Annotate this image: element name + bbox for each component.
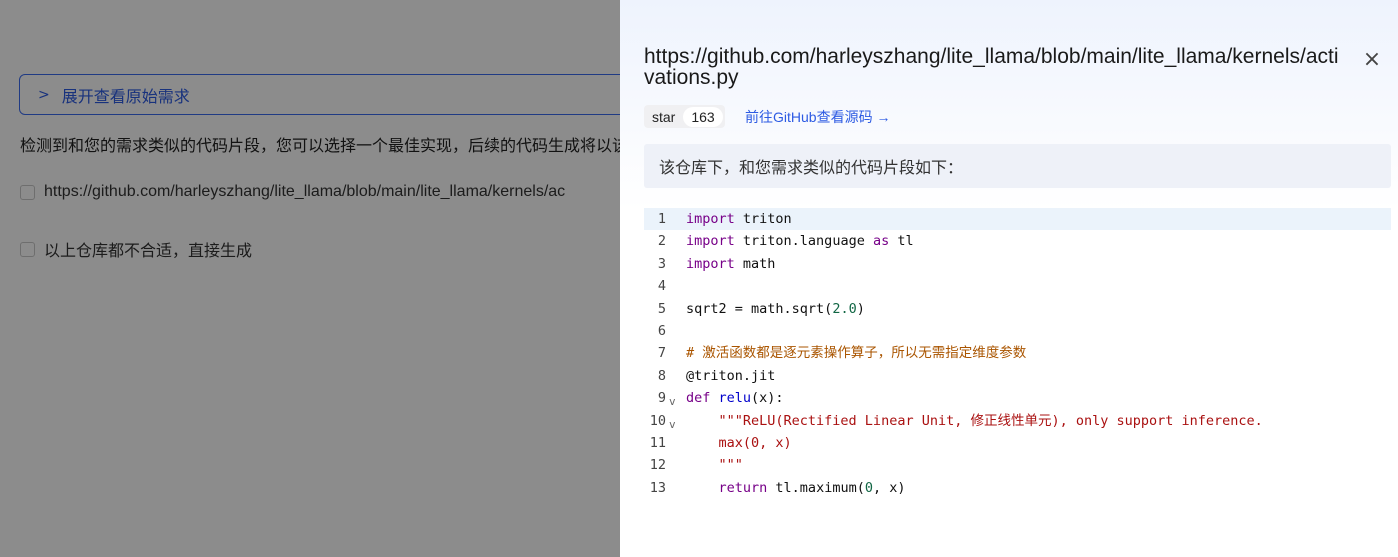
code-text: return tl.maximum(0, x) xyxy=(718,479,906,496)
line-number: 11 xyxy=(649,434,666,451)
code-line: 9 v def relu(x): xyxy=(644,387,1391,409)
code-line: 2 import triton.language as tl xyxy=(644,230,1391,252)
code-line: 6 xyxy=(644,320,1391,342)
line-number: 10 xyxy=(649,412,666,429)
line-number: 8 xyxy=(657,367,666,384)
line-number: 13 xyxy=(649,479,666,496)
code-viewer[interactable]: 1 import triton 2 import triton.language as… xyxy=(644,208,1391,499)
drawer-title: https://github.com/harleyszhang/lite_lla… xyxy=(644,45,1339,89)
code-line: 10 v """ReLU(Rectified Linear Unit, 修正线性单… xyxy=(644,410,1391,432)
close-icon[interactable]: × xyxy=(1361,49,1383,71)
line-number: 12 xyxy=(649,457,666,474)
code-text: """ xyxy=(686,457,743,474)
code-line: 11 max(0, x) xyxy=(644,432,1391,454)
code-line: 8 @triton.jit xyxy=(644,365,1391,387)
code-line: 5 sqrt2 = math.sqrt(2.0) xyxy=(644,298,1391,320)
line-number: 2 xyxy=(657,233,666,250)
line-number: 4 xyxy=(657,278,666,295)
line-number: 7 xyxy=(657,345,666,362)
code-line: 12 """ xyxy=(644,454,1391,476)
code-line: 1 import triton xyxy=(644,208,1391,231)
star-label: star xyxy=(652,108,676,125)
fold-gutter xyxy=(666,481,686,503)
code-text: def relu(x): xyxy=(686,390,784,407)
similar-snippet-info: 该仓库下，和您需求类似的代码片段如下： xyxy=(644,144,1391,188)
line-number: 1 xyxy=(657,211,666,227)
line-number: 5 xyxy=(657,300,666,317)
line-number: 3 xyxy=(657,255,666,272)
code-text: import math xyxy=(686,255,776,272)
code-text: """ReLU(Rectified Linear Unit, 修正线性单元), … xyxy=(686,412,1263,429)
code-line: 4 xyxy=(644,275,1391,297)
code-line: 13 return tl.maximum(0, x) xyxy=(644,477,1391,499)
code-text: # 激活函数都是逐元素操作算子，所以无需指定维度参数 xyxy=(686,345,1027,362)
code-text: @triton.jit xyxy=(686,367,776,384)
star-count: 163 xyxy=(683,106,723,127)
repo-detail-drawer: https://github.com/harleyszhang/lite_lla… xyxy=(620,0,1398,557)
code-text: import triton xyxy=(686,211,792,227)
code-text: import triton.language as tl xyxy=(686,233,914,250)
view-on-github-link[interactable]: 前往GitHub查看源码 → xyxy=(745,107,890,127)
line-number: 9 xyxy=(657,390,666,407)
line-number: 6 xyxy=(657,322,666,339)
code-text: sqrt2 = math.sqrt(2.0) xyxy=(686,300,865,317)
code-line: 3 import math xyxy=(644,253,1391,275)
code-line: 7 # 激活函数都是逐元素操作算子，所以无需指定维度参数 xyxy=(644,342,1391,364)
star-badge: star 163 xyxy=(644,105,725,128)
code-text: max(0, x) xyxy=(686,434,792,451)
